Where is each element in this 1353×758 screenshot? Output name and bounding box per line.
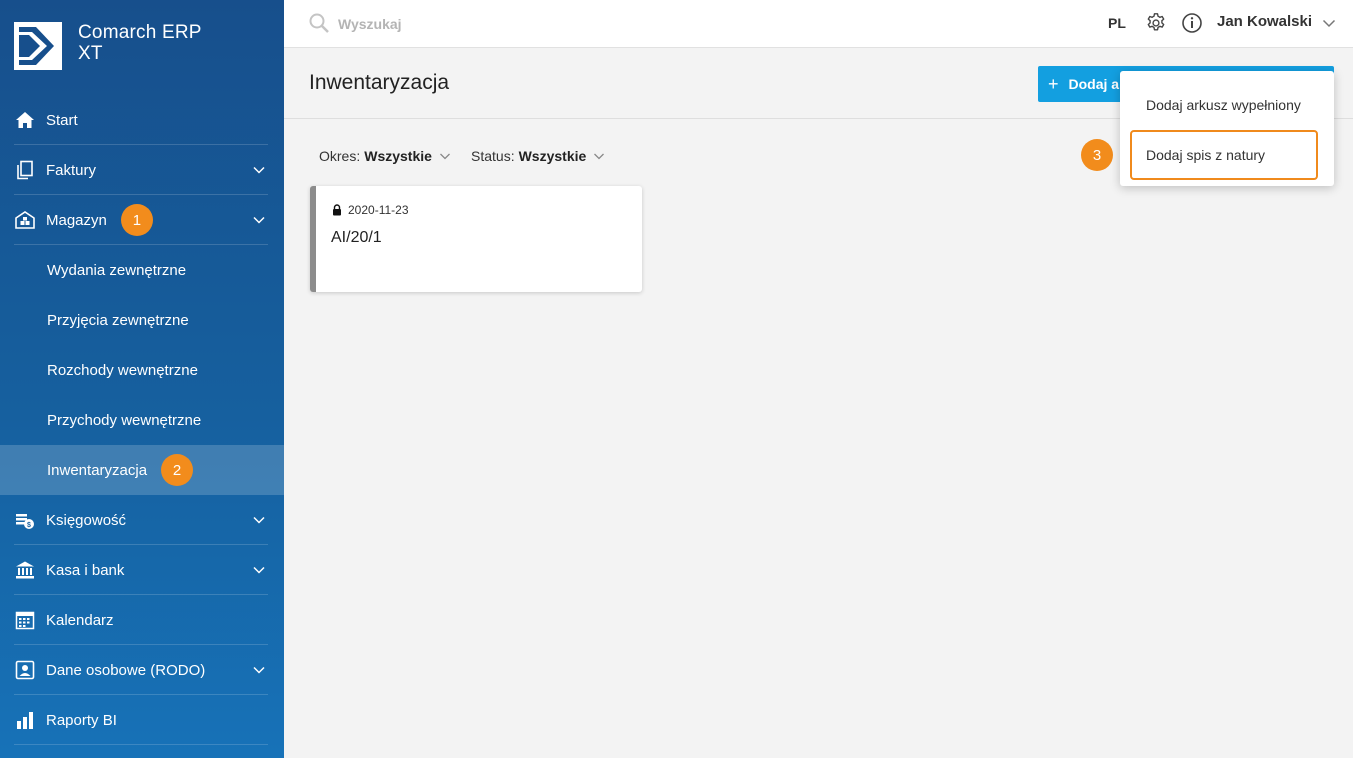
chevron-down-icon[interactable] [1321,15,1337,31]
bar-chart-icon [14,709,36,731]
logo-text-line2: XT [78,43,103,64]
sidebar-item-przychody-wewnetrzne[interactable]: Przychody wewnętrzne [0,395,284,445]
chevron-down-icon [594,153,605,160]
person-card-icon [14,659,36,681]
chevron-down-icon [253,216,265,224]
menu-item-add-stocktaking[interactable]: Dodaj spis z natury [1130,130,1318,180]
status-filter-label: Status: [471,148,515,164]
menu-item-add-filled-sheet[interactable]: Dodaj arkusz wypełniony [1120,82,1334,128]
status-filter-value: Wszystkie [518,148,587,164]
sidebar-item-label: Przychody wewnętrzne [47,411,202,429]
sidebar-item-rozchody-wewnetrzne[interactable]: Rozchody wewnętrzne [0,345,284,395]
sidebar-item-ksiegowosc[interactable]: $ Księgowość [0,495,284,545]
sidebar-item-kalendarz[interactable]: Kalendarz [0,595,284,645]
sidebar-item-przyjecia-zewnetrzne[interactable]: Przyjęcia zewnętrzne [0,295,284,345]
sidebar-nav: Start Faktury Magazyn 1 Wydania zewnętrz… [0,95,284,745]
sidebar-item-faktury[interactable]: Faktury [0,145,284,195]
warehouse-icon [14,209,36,231]
step-badge: 1 [120,204,153,236]
accounting-icon: $ [14,509,36,531]
sidebar-item-label: Rozchody wewnętrzne [47,361,198,379]
sidebar-item-raporty-bi[interactable]: Raporty BI [0,695,284,745]
sidebar-item-label: Dane osobowe (RODO) [46,661,206,679]
sidebar-item-label: Wydania zewnętrzne [47,261,187,279]
search-input[interactable] [338,12,638,36]
add-dropdown-menu: Dodaj arkusz wypełniony Dodaj spis z nat… [1120,71,1334,186]
app-logo[interactable]: Comarch ERP XT [14,22,202,70]
sidebar-item-label: Faktury [46,161,97,179]
svg-text:$: $ [27,522,31,529]
sidebar-item-inwentaryzacja[interactable]: Inwentaryzacja 2 [0,445,284,495]
info-icon[interactable] [1181,12,1203,34]
chevron-down-icon [253,666,265,674]
step-badge: 3 [1081,139,1113,171]
card-number: AI/20/1 [331,229,382,246]
documents-icon [14,159,36,181]
page-title: Inwentaryzacja [309,71,450,94]
chevron-down-icon [253,566,265,574]
step-badge: 2 [161,454,194,486]
language-selector[interactable]: PL [1108,15,1126,31]
sidebar-item-dane-osobowe[interactable]: Dane osobowe (RODO) [0,645,284,695]
period-filter-label: Okres: [319,148,361,164]
sidebar-item-wydania-zewnetrzne[interactable]: Wydania zewnętrzne [0,245,284,295]
chevron-down-icon [253,516,265,524]
search-icon[interactable] [308,12,330,34]
calendar-icon [14,609,36,631]
user-name[interactable]: Jan Kowalski [1217,13,1312,30]
sidebar-item-start[interactable]: Start [0,95,284,145]
sidebar-item-magazyn[interactable]: Magazyn 1 [0,195,284,245]
comarch-logo-icon [14,22,62,70]
add-button-label: Dodaj a [1068,76,1120,92]
sidebar-item-label: Przyjęcia zewnętrzne [47,311,189,329]
gear-icon[interactable] [1145,12,1167,34]
period-filter[interactable]: Okres: Wszystkie [319,148,451,164]
logo-text-line1: Comarch ERP [78,22,202,43]
inventory-card[interactable]: 2020-11-23 AI/20/1 [310,186,642,292]
sidebar: Comarch ERP XT Start Faktury Magazyn 1 W… [0,0,284,758]
period-filter-value: Wszystkie [364,148,432,164]
sidebar-item-label: Inwentaryzacja [47,461,148,479]
sidebar-item-label: Start [46,111,78,129]
sidebar-item-label: Kalendarz [46,611,114,629]
lock-icon [333,204,341,216]
chevron-down-icon [439,153,450,160]
sidebar-item-kasa-i-bank[interactable]: Kasa i bank [0,545,284,595]
bank-icon [14,559,36,581]
home-icon [14,109,36,131]
plus-icon: + [1048,73,1059,94]
topbar: PL Jan Kowalski [284,0,1353,48]
sidebar-item-label: Kasa i bank [46,561,125,579]
sidebar-item-label: Magazyn [46,211,107,229]
chevron-down-icon [253,166,265,174]
sidebar-item-label: Raporty BI [46,711,117,729]
sidebar-item-label: Księgowość [46,511,127,529]
card-date: 2020-11-23 [348,203,409,217]
status-filter[interactable]: Status: Wszystkie [471,148,605,164]
